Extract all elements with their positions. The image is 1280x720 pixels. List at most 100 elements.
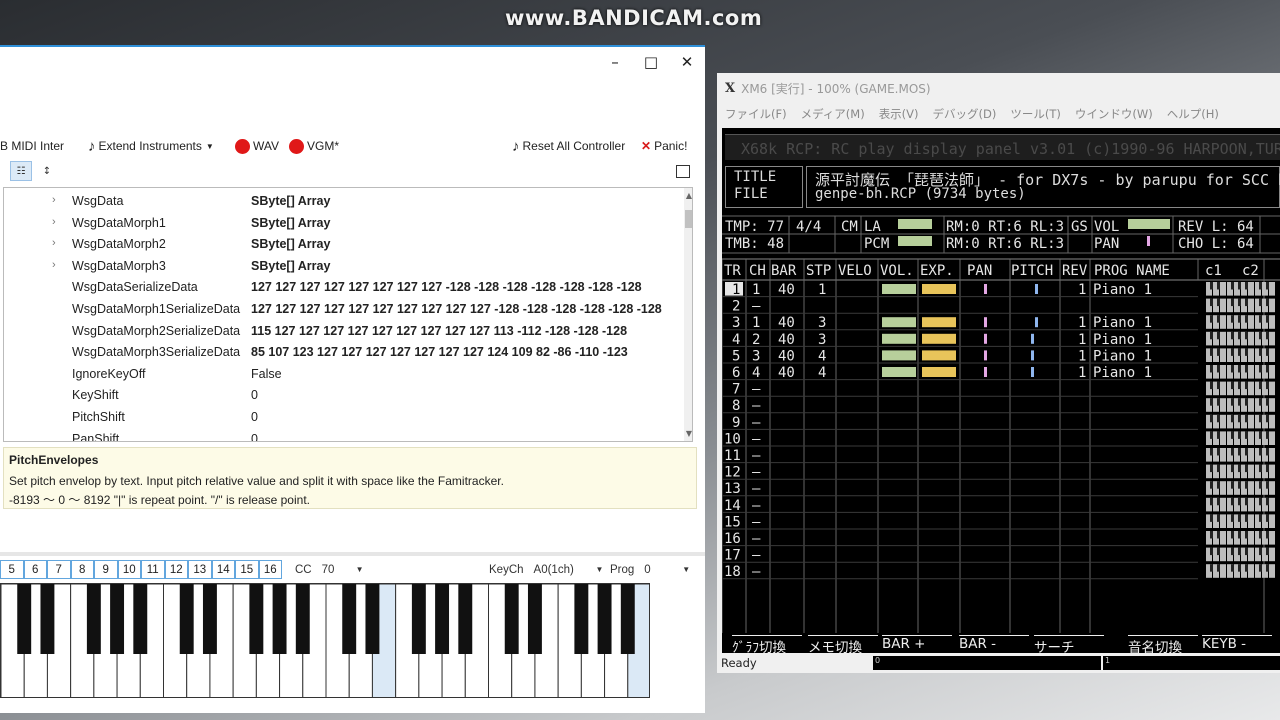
property-row[interactable]: KeyShift 0	[4, 385, 684, 407]
track-number[interactable]: 17	[724, 548, 741, 564]
property-value[interactable]: 0	[251, 410, 683, 424]
property-value[interactable]: SByte[] Array	[251, 259, 683, 273]
black-key[interactable]	[295, 584, 310, 654]
black-key[interactable]	[527, 584, 542, 654]
black-key[interactable]	[620, 584, 635, 654]
function-key[interactable]: BAR -	[959, 635, 1029, 652]
property-row[interactable]: › WsgDataMorph3 SByte[] Array	[4, 256, 684, 278]
black-key[interactable]	[272, 584, 287, 654]
channel-button[interactable]: 15	[235, 560, 259, 579]
vgm-record-button[interactable]: VGM*	[289, 135, 339, 157]
channel-button[interactable]: 16	[258, 560, 282, 579]
black-key[interactable]	[597, 584, 612, 654]
property-value[interactable]: 115 127 127 127 127 127 127 127 127 127 …	[251, 324, 683, 338]
black-key[interactable]	[179, 584, 194, 654]
black-key[interactable]	[133, 584, 148, 654]
property-value[interactable]: 127 127 127 127 127 127 127 127 127 127 …	[251, 302, 683, 316]
track-number[interactable]: 12	[724, 465, 741, 481]
channel-button[interactable]: 14	[211, 560, 235, 579]
track-number[interactable]: 4	[732, 332, 740, 348]
property-row[interactable]: › WsgData SByte[] Array	[4, 191, 684, 213]
black-key[interactable]	[86, 584, 101, 654]
black-key[interactable]	[365, 584, 380, 654]
track-number[interactable]: 1	[732, 282, 740, 298]
channel-button[interactable]: 8	[70, 560, 94, 579]
cc-selector[interactable]: CC 70 ▼	[295, 560, 364, 579]
track-number[interactable]: 6	[732, 365, 740, 381]
channel-button[interactable]: 13	[188, 560, 212, 579]
function-key[interactable]	[1106, 635, 1124, 651]
expand-chevron-icon[interactable]: ›	[52, 194, 56, 206]
expand-chevron-icon[interactable]: ›	[52, 237, 56, 249]
property-value[interactable]: SByte[] Array	[251, 216, 683, 230]
track-number[interactable]: 13	[724, 481, 741, 497]
piano-keyboard[interactable]	[0, 583, 650, 698]
menu-item[interactable]: デバッグ(D)	[933, 106, 997, 122]
property-row[interactable]: PitchShift 0	[4, 407, 684, 429]
minimize-button[interactable]: –	[605, 53, 625, 71]
black-key[interactable]	[40, 584, 55, 654]
property-row[interactable]: › WsgDataMorph2 SByte[] Array	[4, 234, 684, 256]
track-number[interactable]: 18	[724, 564, 741, 580]
menu-item[interactable]: メディア(M)	[801, 106, 865, 122]
categorized-view-icon[interactable]: ☷	[10, 161, 32, 181]
track-number[interactable]: 5	[732, 348, 740, 364]
program-selector[interactable]: Prog 0 ▼	[610, 560, 690, 579]
property-grid-scrollbar[interactable]: ▲ ▼	[684, 188, 692, 441]
splitter[interactable]	[0, 552, 705, 556]
track-number[interactable]: 8	[732, 398, 740, 414]
scroll-up-icon[interactable]: ▲	[684, 191, 692, 200]
channel-button[interactable]: 12	[164, 560, 188, 579]
track-number[interactable]: 15	[724, 514, 741, 530]
function-key[interactable]: BAR +	[882, 635, 952, 652]
black-key[interactable]	[110, 584, 125, 654]
channel-button[interactable]: 10	[117, 560, 141, 579]
scrollbar-thumb[interactable]	[685, 210, 692, 228]
property-row[interactable]: PanShift 0	[4, 429, 684, 441]
function-key[interactable]: サーチ	[1034, 635, 1104, 656]
property-row[interactable]: › WsgDataMorph1 SByte[] Array	[4, 213, 684, 235]
channel-button[interactable]: 11	[141, 560, 165, 579]
track-number[interactable]: 11	[724, 448, 741, 464]
black-key[interactable]	[435, 584, 450, 654]
channel-button[interactable]: 9	[94, 560, 118, 579]
property-pages-icon[interactable]	[676, 165, 690, 178]
property-row[interactable]: IgnoreKeyOff False	[4, 364, 684, 386]
black-key[interactable]	[17, 584, 32, 654]
menu-item[interactable]: ウインドウ(W)	[1075, 106, 1153, 122]
track-number[interactable]: 7	[732, 382, 740, 398]
track-number[interactable]: 2	[732, 299, 740, 315]
black-key[interactable]	[249, 584, 264, 654]
midi-input-dropdown[interactable]: B MIDI Inter	[0, 135, 64, 157]
maximize-button[interactable]: □	[641, 53, 661, 71]
black-key[interactable]	[342, 584, 357, 654]
channel-button[interactable]: 6	[23, 560, 47, 579]
black-key[interactable]	[458, 584, 473, 654]
wav-record-button[interactable]: WAV	[235, 135, 279, 157]
property-row[interactable]: WsgDataMorph2SerializeData 115 127 127 12…	[4, 321, 684, 343]
expand-chevron-icon[interactable]: ›	[52, 216, 56, 228]
track-number[interactable]: 14	[724, 498, 741, 514]
property-row[interactable]: WsgDataMorph3SerializeData 85 107 123 127…	[4, 342, 684, 364]
channel-button[interactable]: 7	[47, 560, 71, 579]
function-key[interactable]: KEYB -	[1202, 635, 1272, 652]
property-value[interactable]: 127 127 127 127 127 127 127 127 -128 -12…	[251, 280, 683, 294]
function-key[interactable]: メモ切換	[808, 635, 878, 656]
track-number[interactable]: 9	[732, 415, 740, 431]
function-key[interactable]: ｸﾞﾗﾌ切換	[732, 635, 802, 656]
menu-item[interactable]: 表示(V)	[879, 106, 919, 122]
reset-all-controller-button[interactable]: ♪ Reset All Controller	[512, 135, 625, 157]
expand-chevron-icon[interactable]: ›	[52, 259, 56, 271]
black-key[interactable]	[574, 584, 589, 654]
channel-button[interactable]: 5	[0, 560, 24, 579]
property-value[interactable]: 0	[251, 388, 683, 402]
property-value[interactable]: 0	[251, 432, 683, 441]
key-channel-selector[interactable]: KeyCh A0(1ch) ▼	[489, 560, 603, 579]
property-value[interactable]: SByte[] Array	[251, 194, 683, 208]
black-key[interactable]	[411, 584, 426, 654]
menu-item[interactable]: ファイル(F)	[725, 106, 787, 122]
panic-button[interactable]: ✕ Panic!	[641, 135, 687, 157]
property-row[interactable]: WsgDataMorph1SerializeData 127 127 127 12…	[4, 299, 684, 321]
track-number[interactable]: 3	[732, 315, 740, 331]
alphabetical-sort-icon[interactable]: ↕	[36, 161, 58, 181]
